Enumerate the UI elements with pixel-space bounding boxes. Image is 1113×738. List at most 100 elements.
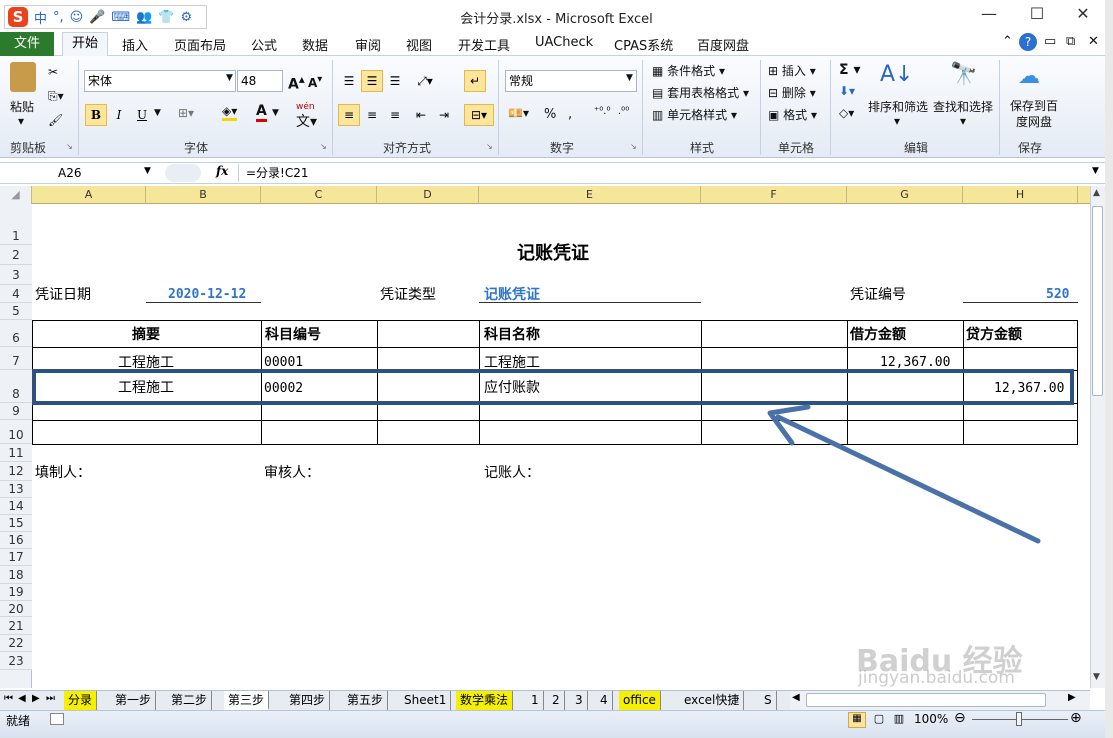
col-header-d[interactable]: D (377, 186, 479, 204)
col-header-h[interactable]: H (963, 186, 1078, 204)
row6-name[interactable]: 工程施工 (484, 354, 540, 368)
sheet-tab-14[interactable]: S (760, 691, 777, 710)
row-header-16[interactable]: 16 (0, 532, 32, 549)
delete-cells-button[interactable]: ⊟ 删除 ▾ (768, 84, 816, 101)
zoom-out-icon[interactable]: ⊖ (954, 710, 966, 726)
font-launcher-icon[interactable]: ↘ (320, 142, 327, 151)
increase-indent-icon[interactable]: ⇥ (433, 104, 455, 126)
sort-filter-button[interactable]: 排序和筛选 (868, 98, 928, 115)
alignment-launcher-icon[interactable]: ↘ (486, 142, 493, 151)
sheet-tab-2[interactable]: 第二步 (167, 691, 213, 710)
prev-sheet-icon[interactable]: ◀ (18, 693, 26, 704)
row-header-20[interactable]: 20 (0, 601, 32, 617)
col-header-g[interactable]: G (847, 186, 963, 204)
row-header-7[interactable]: 7 (0, 347, 32, 370)
decrease-indent-icon[interactable]: ⇤ (410, 104, 432, 126)
paste-button[interactable]: 粘贴 (10, 98, 34, 115)
font-name-select[interactable]: 宋体 (84, 70, 236, 92)
tab-review[interactable]: 审阅 (355, 35, 381, 54)
format-cells-button[interactable]: ▣ 格式 ▾ (768, 106, 817, 123)
type-label[interactable]: 凭证类型 (380, 286, 436, 304)
tab-formulas[interactable]: 公式 (251, 35, 277, 54)
row-header-13[interactable]: 13 (0, 481, 32, 498)
date-label[interactable]: 凭证日期 (35, 286, 91, 304)
sheet-tab-7[interactable]: 数学乘法 (456, 691, 514, 710)
insert-cells-button[interactable]: ⊞ 插入 ▾ (768, 62, 816, 79)
horizontal-scroll-thumb[interactable] (806, 693, 1046, 707)
restore-workbook-icon[interactable]: ⧉ (1066, 34, 1075, 49)
italic-button[interactable]: I (108, 104, 130, 126)
align-bottom-icon[interactable]: ☰ (384, 70, 406, 92)
row-header-15[interactable]: 15 (0, 515, 32, 532)
first-sheet-icon[interactable]: ⏮ (4, 693, 13, 704)
align-center-icon[interactable]: ≡ (361, 104, 383, 126)
paste-icon[interactable] (10, 62, 36, 92)
scroll-up-icon[interactable]: ▲ (1093, 188, 1100, 198)
scroll-down-icon[interactable]: ▼ (1093, 672, 1100, 682)
row-header-18[interactable]: 18 (0, 566, 32, 584)
row6-debit[interactable]: 12,367.00 (880, 354, 950, 368)
tab-page-layout[interactable]: 页面布局 (174, 35, 226, 54)
row-header-22[interactable]: 22 (0, 635, 32, 652)
number-label[interactable]: 凭证编号 (850, 286, 906, 304)
baidu-cloud-icon[interactable]: ☁ (1018, 64, 1040, 89)
chevron-down-icon[interactable]: ▼ (626, 73, 633, 83)
zoom-level[interactable]: 100% (914, 712, 948, 726)
row-header-5[interactable]: 5 (0, 303, 32, 320)
sheet-tab-8[interactable]: 1 (527, 691, 544, 710)
bold-button[interactable]: B (85, 104, 107, 126)
row-header-17[interactable]: 17 (0, 549, 32, 566)
row6-code[interactable]: 00001 (264, 354, 303, 368)
insert-function-button[interactable]: fx (216, 164, 228, 178)
percent-button[interactable]: % (544, 107, 556, 122)
align-right-icon[interactable]: ≡ (384, 104, 406, 126)
header-name[interactable]: 科目名称 (484, 326, 540, 344)
row-header-12[interactable]: 12 (0, 462, 32, 481)
row-header-11[interactable]: 11 (0, 444, 32, 462)
decrease-decimal-icon[interactable]: .⁰⁰ (618, 106, 629, 117)
comma-style-icon[interactable]: , (568, 107, 572, 122)
col-header-c[interactable]: C (261, 186, 377, 204)
row-header-14[interactable]: 14 (0, 498, 32, 515)
scroll-left-icon[interactable]: ◀ (792, 692, 800, 703)
header-credit[interactable]: 贷方金额 (966, 326, 1022, 344)
min-workbook-icon[interactable]: ▭ (1044, 34, 1056, 49)
sheet-tab-6[interactable]: Sheet1 (400, 691, 452, 710)
find-select-icon[interactable]: 🔭 (950, 62, 977, 87)
sheet-tab-3[interactable]: 第三步 (224, 691, 270, 710)
clipboard-launcher-icon[interactable]: ↘ (66, 142, 73, 151)
borders-icon[interactable]: ⊞▾ (178, 106, 194, 120)
row-header-6[interactable]: 6 (0, 320, 32, 347)
formula-bar-splitter[interactable] (165, 164, 201, 182)
row-header-9[interactable]: 9 (0, 403, 32, 420)
format-as-table-button[interactable]: ▤ 套用表格格式 ▾ (652, 84, 749, 101)
row-header-1[interactable]: 1 (0, 204, 32, 245)
sort-filter-icon[interactable]: A↓ (880, 62, 913, 87)
vertical-scroll-thumb[interactable] (1092, 206, 1103, 396)
next-sheet-icon[interactable]: ▶ (32, 693, 40, 704)
maximize-button[interactable]: ☐ (1020, 4, 1054, 26)
col-header-a[interactable]: A (32, 186, 146, 204)
wrap-text-icon[interactable]: ↵ (464, 70, 486, 92)
align-middle-icon[interactable]: ☰ (361, 70, 383, 92)
name-box[interactable]: A26 (2, 164, 157, 182)
cut-icon[interactable]: ✂ (48, 65, 58, 79)
col-header-e[interactable]: E (479, 186, 701, 204)
row-header-8[interactable]: 8 (0, 370, 32, 403)
orientation-icon[interactable]: ⤢▾ (414, 70, 436, 92)
zoom-in-icon[interactable]: ⊕ (1070, 710, 1082, 726)
scroll-right-icon[interactable]: ▶ (1068, 692, 1076, 703)
row-header-4[interactable]: 4 (0, 285, 32, 303)
row-header-21[interactable]: 21 (0, 617, 32, 635)
col-header-f[interactable]: F (701, 186, 847, 204)
find-select-dropdown-icon[interactable]: ▾ (960, 114, 966, 128)
expand-formula-icon[interactable]: ▼ (1092, 166, 1099, 176)
zoom-slider-thumb[interactable] (1016, 712, 1022, 726)
shrink-font-icon[interactable]: A▾ (308, 74, 322, 90)
number-format-select[interactable]: 常规 (505, 70, 637, 92)
bookkeeper-label[interactable]: 记账人： (484, 464, 540, 482)
grow-font-icon[interactable]: A▴ (288, 72, 305, 93)
format-painter-icon[interactable]: 🖌 (48, 113, 63, 127)
font-size-select[interactable]: 48 (237, 70, 283, 92)
sheet-tab-11[interactable]: 4 (596, 691, 613, 710)
